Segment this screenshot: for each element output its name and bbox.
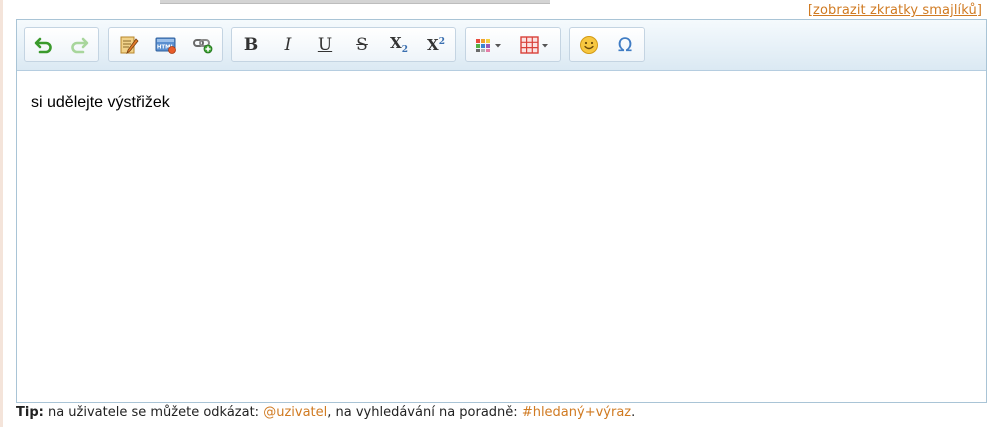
superscript-icon: X2: [427, 35, 445, 54]
editor-page: [zobrazit zkratky smajlíků] HTML B I U S…: [0, 0, 993, 427]
html-source-button[interactable]: HTML: [152, 32, 180, 58]
tip-line: Tip: na uživatele se můžete odkázat: @uz…: [16, 405, 635, 420]
editor-toolbar: HTML B I U S X2 X2 Ω: [17, 20, 986, 71]
emoticon-button[interactable]: [575, 32, 603, 58]
text-color-button[interactable]: [472, 32, 508, 58]
editor-content[interactable]: si udělejte výstřižek: [31, 94, 170, 112]
special-character-button[interactable]: Ω: [611, 32, 639, 58]
hashtag-example: #hledaný+výraz: [521, 405, 632, 420]
mention-example: @uzivatel: [263, 405, 328, 420]
html-source-icon: HTML: [155, 37, 176, 54]
underline-icon: U: [317, 34, 333, 55]
table-icon: [520, 36, 548, 54]
strikethrough-button[interactable]: S: [348, 32, 376, 58]
top-scrollbar-remnant: [160, 0, 550, 4]
spellcheck-icon: [120, 36, 139, 54]
insert-link-button[interactable]: [189, 32, 217, 58]
superscript-index: 2: [438, 36, 445, 47]
bold-icon: B: [243, 34, 259, 55]
tip-text-3: .: [631, 405, 636, 420]
tip-text-1: na uživatele se můžete odkázat:: [43, 405, 264, 420]
emoticon-icon: [580, 36, 598, 54]
spellcheck-button[interactable]: [115, 32, 143, 58]
left-border-stripe: [0, 0, 3, 427]
text-color-icon: [476, 39, 501, 52]
toolbar-group-history: [24, 27, 99, 62]
toolbar-group-formatting: B I U S X2 X2: [231, 27, 456, 62]
subscript-button[interactable]: X2: [385, 32, 413, 58]
italic-button[interactable]: I: [274, 32, 302, 58]
special-char-icon: Ω: [617, 33, 633, 56]
redo-button[interactable]: [65, 32, 93, 58]
tip-text-2: , na vyhledávání na poradně:: [327, 405, 522, 420]
subscript-icon: X2: [390, 33, 408, 55]
show-smiley-shortcuts-link[interactable]: [zobrazit zkratky smajlíků]: [808, 3, 982, 18]
table-button[interactable]: [518, 32, 554, 58]
subscript-base: X: [390, 33, 402, 52]
subscript-index: 2: [401, 44, 408, 55]
toolbar-group-tools: HTML: [108, 27, 223, 62]
superscript-button[interactable]: X2: [422, 32, 450, 58]
undo-icon: [34, 37, 52, 54]
superscript-base: X: [427, 35, 439, 54]
bold-button[interactable]: B: [237, 32, 265, 58]
underline-button[interactable]: U: [311, 32, 339, 58]
toolbar-group-insert: [465, 27, 561, 62]
toolbar-group-symbols: Ω: [569, 27, 645, 62]
tip-label: Tip:: [16, 405, 44, 420]
undo-button[interactable]: [30, 32, 58, 58]
rich-text-editor: HTML B I U S X2 X2 Ω si udělejte výstřiž…: [16, 19, 987, 403]
redo-icon: [71, 37, 89, 54]
insert-link-icon: [193, 39, 213, 54]
strikethrough-icon: S: [356, 34, 368, 55]
italic-icon: I: [284, 34, 292, 55]
